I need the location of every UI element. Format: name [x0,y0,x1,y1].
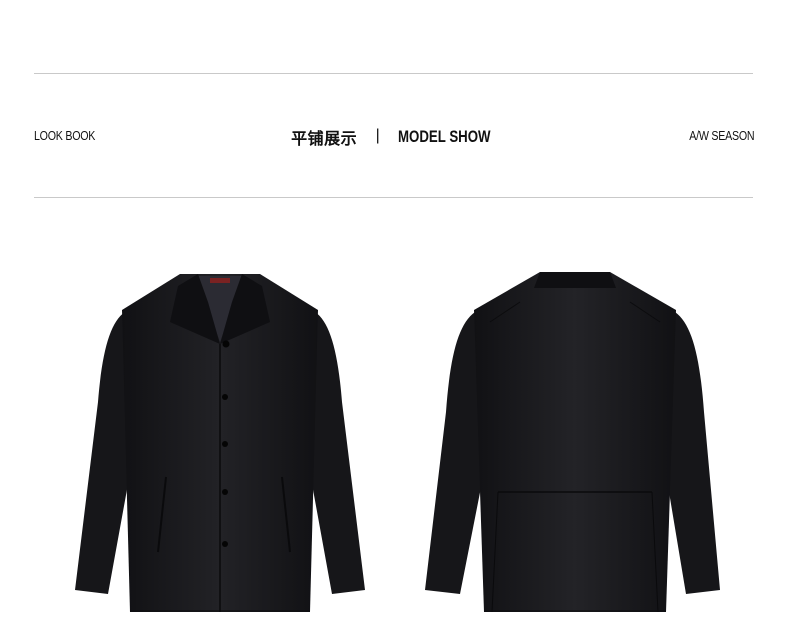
top-divider [34,73,753,74]
bottom-divider [34,197,753,198]
title-separator: | [375,127,380,144]
jacket-front-image [70,262,370,618]
section-title-cn: 平铺展示 [291,131,358,148]
season-label: A/W SEASON [688,128,754,143]
section-title-en: MODEL SHOW [398,127,491,146]
section-title: 平铺展示 | MODEL SHOW [0,125,790,149]
jacket-back-image [420,262,730,618]
